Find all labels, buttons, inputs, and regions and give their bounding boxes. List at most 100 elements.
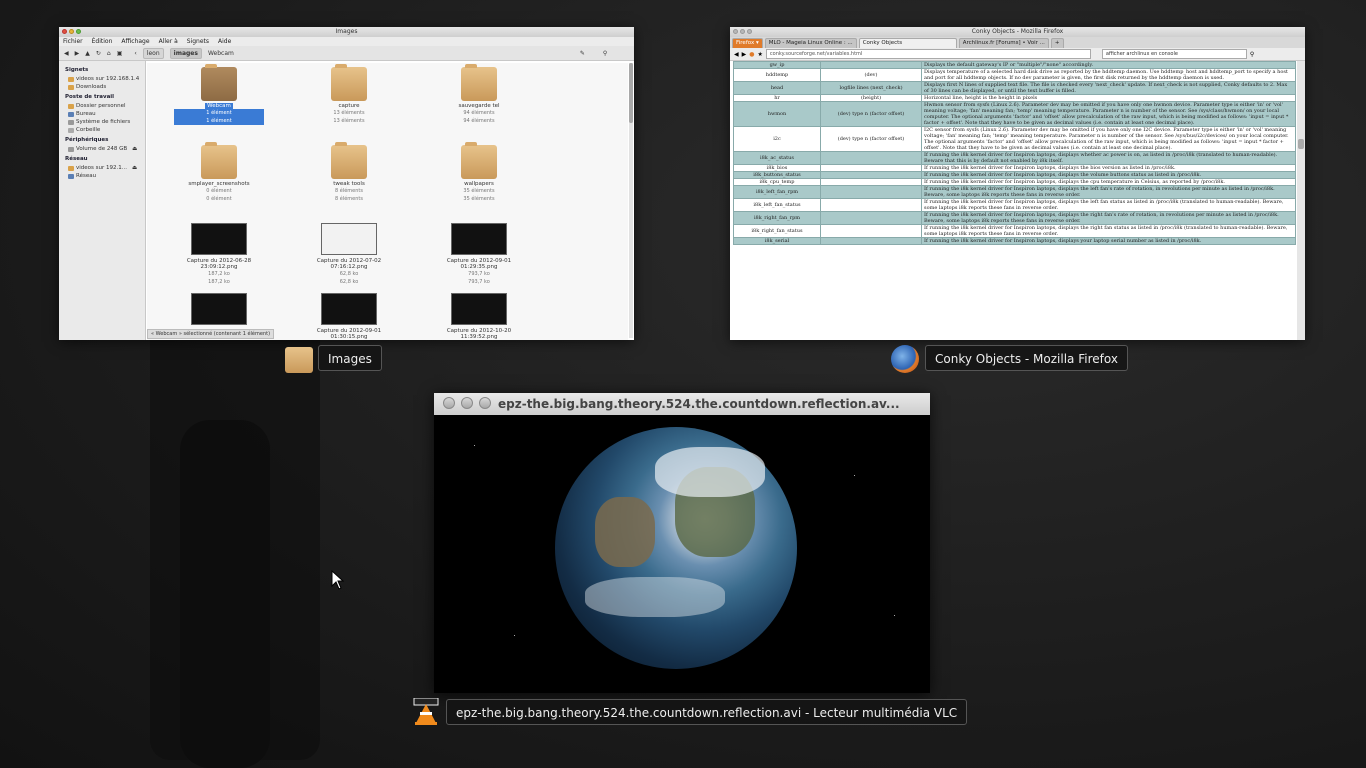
search-icon[interactable]: ⚲ [1250, 51, 1254, 58]
site-identity-icon[interactable]: ● [749, 51, 754, 58]
close-button[interactable] [62, 29, 67, 34]
eject-icon[interactable]: ⏏ [132, 165, 137, 171]
up-icon[interactable]: ▲ [85, 50, 90, 57]
sidebar-heading-poste: Poste de travail [65, 94, 115, 100]
table-row: i8k_right_fan_status If running the i8k k… [733, 224, 1296, 238]
forward-icon[interactable]: ▶ [75, 50, 80, 57]
maximize-button[interactable] [747, 29, 752, 34]
firefox-app-icon[interactable] [891, 345, 919, 373]
file-item[interactable]: Capture du 2012-10-20 11:39:52.png [434, 293, 524, 340]
sidebar-item-bureau[interactable]: Bureau [59, 110, 145, 118]
variable-name: i8k_right_fan_rpm [733, 211, 821, 225]
maximize-button[interactable] [479, 397, 491, 409]
edit-icon[interactable]: ✎ [580, 50, 585, 57]
folder-app-icon[interactable] [285, 345, 313, 373]
file-detail: 1 élément [174, 117, 264, 125]
page-scrollbar[interactable] [1297, 61, 1305, 340]
images-window[interactable]: Images Fichier Édition Affichage Aller à… [59, 27, 634, 340]
vlc-titlebar[interactable]: epz-the.big.bang.theory.524.the.countdow… [434, 393, 930, 415]
eject-icon[interactable]: ⏏ [132, 146, 137, 152]
back-icon[interactable]: ◀ [64, 50, 69, 57]
video-frame[interactable] [434, 415, 930, 693]
breadcrumb-images[interactable]: images [169, 47, 202, 59]
menu-aide[interactable]: Aide [218, 37, 231, 46]
breadcrumb-leon[interactable]: leon [142, 47, 164, 59]
images-window-label[interactable]: Images [318, 345, 382, 371]
file-item[interactable]: Capture du 2012-09-01 01:30:15.png [304, 293, 394, 340]
minimize-button[interactable] [69, 29, 74, 34]
reload-icon[interactable]: ↻ [96, 50, 101, 57]
breadcrumb-prev-icon[interactable]: ‹ [134, 50, 136, 57]
table-row: hwmon (dev) type n (factor offset) Hwmon s… [733, 101, 1296, 127]
table-row: i2c (dev) type n (factor offset) I2C senso… [733, 126, 1296, 152]
sidebar-item-videos[interactable]: videos sur 192.168.1.4 [59, 75, 145, 83]
file-item[interactable]: Webcam 1 élément 1 élément [174, 64, 264, 125]
menu-affichage[interactable]: Affichage [121, 37, 149, 46]
file-detail: 0 élément [206, 196, 232, 202]
menu-fichier[interactable]: Fichier [63, 37, 83, 46]
image-thumbnail [191, 293, 247, 325]
file-item[interactable]: Capture du 2012-09-01 01:29:35.png 793,7 … [434, 223, 524, 286]
folder-icon [201, 64, 237, 101]
home-icon[interactable]: ⌂ [107, 50, 111, 57]
forward-icon[interactable]: ▶ [742, 51, 747, 58]
drive-icon [68, 119, 74, 125]
images-titlebar[interactable]: Images [59, 27, 634, 37]
cloud-mass [655, 447, 765, 497]
search-bar[interactable]: afficher archlinux en console [1101, 49, 1247, 59]
table-row: i8k_serial If running the i8k kernel driv… [733, 237, 1296, 245]
menu-signets[interactable]: Signets [187, 37, 209, 46]
variable-name: i8k_right_fan_status [733, 224, 821, 238]
bookmarks-icon[interactable]: ★ [758, 51, 763, 58]
firefox-titlebar[interactable]: Conky Objects - Mozilla Firefox [730, 27, 1305, 37]
tab-mlo[interactable]: MLO - Mageia Linux Online : ... [764, 38, 857, 48]
file-item[interactable]: Capture du 2012-07-02 07:16:12.png 62,8 k… [304, 223, 394, 286]
table-row: i8k_ac_status If running the i8k kernel d… [733, 151, 1296, 165]
window-title: Conky Objects - Mozilla Firefox [971, 28, 1064, 35]
sidebar-item-downloads[interactable]: Downloads [59, 83, 145, 91]
file-item[interactable]: wallpapers 35 éléments 35 éléments [434, 142, 524, 203]
file-item[interactable]: sauvegarde tel 94 éléments 94 éléments [434, 64, 524, 125]
minimize-button[interactable] [461, 397, 473, 409]
menu-aller[interactable]: Aller à [159, 37, 178, 46]
scrollbar-thumb[interactable] [1298, 139, 1304, 149]
file-item[interactable]: smplayer_screenshots 0 élément 0 élément [174, 142, 264, 203]
file-item[interactable]: capture 13 éléments 13 éléments [304, 64, 394, 125]
close-button[interactable] [733, 29, 738, 34]
folder-icon [68, 165, 74, 171]
tab-archlinux[interactable]: Archlinux.fr [Forums] • Voir ... [958, 38, 1049, 48]
url-bar[interactable]: conky.sourceforge.net/variables.html [765, 49, 1091, 59]
sidebar-item-home[interactable]: Dossier personnel [59, 102, 145, 110]
firefox-window[interactable]: Conky Objects - Mozilla Firefox Firefox … [730, 27, 1305, 340]
scrollbar-thumb[interactable] [629, 63, 633, 123]
firefox-menu-button[interactable]: Firefox ▾ [732, 38, 763, 48]
star [854, 475, 855, 476]
file-item[interactable] [174, 293, 264, 328]
sidebar-item-network[interactable]: Réseau [59, 172, 145, 180]
image-thumbnail [191, 223, 247, 255]
minimize-button[interactable] [740, 29, 745, 34]
sidebar-item-volume[interactable]: Volume de 248 GB ⏏ [59, 145, 145, 153]
vlc-window[interactable]: epz-the.big.bang.theory.524.the.countdow… [434, 393, 930, 693]
menu-edition[interactable]: Édition [92, 37, 113, 46]
sidebar-item-videos-network[interactable]: videos sur 192.1... ⏏ [59, 164, 145, 172]
search-icon[interactable]: ⚲ [603, 50, 607, 57]
sidebar-label: videos sur 192.1... [76, 165, 127, 171]
close-button[interactable] [443, 397, 455, 409]
file-item[interactable]: tweak tools 8 éléments 8 éléments [304, 142, 394, 203]
file-detail: 1 élément [174, 109, 264, 117]
computer-icon[interactable]: ▣ [117, 50, 123, 57]
firefox-window-label[interactable]: Conky Objects - Mozilla Firefox [925, 345, 1128, 371]
new-tab-button[interactable]: + [1050, 38, 1064, 48]
maximize-button[interactable] [76, 29, 81, 34]
tab-conky-objects[interactable]: Conky Objects [858, 38, 957, 48]
vertical-scrollbar[interactable] [629, 63, 633, 338]
vlc-cone-icon[interactable] [412, 697, 440, 726]
breadcrumb-webcam[interactable]: Webcam [208, 50, 234, 57]
file-detail: 187,2 ko [208, 279, 230, 285]
sidebar-item-trash[interactable]: Corbeille [59, 126, 145, 134]
file-item[interactable]: Capture du 2012-06-28 23:09:12.png 187,2 … [174, 223, 264, 286]
vlc-window-label[interactable]: epz-the.big.bang.theory.524.the.countdow… [446, 699, 968, 725]
back-icon[interactable]: ◀ [734, 51, 739, 58]
sidebar-item-filesystem[interactable]: Système de fichiers [59, 118, 145, 126]
